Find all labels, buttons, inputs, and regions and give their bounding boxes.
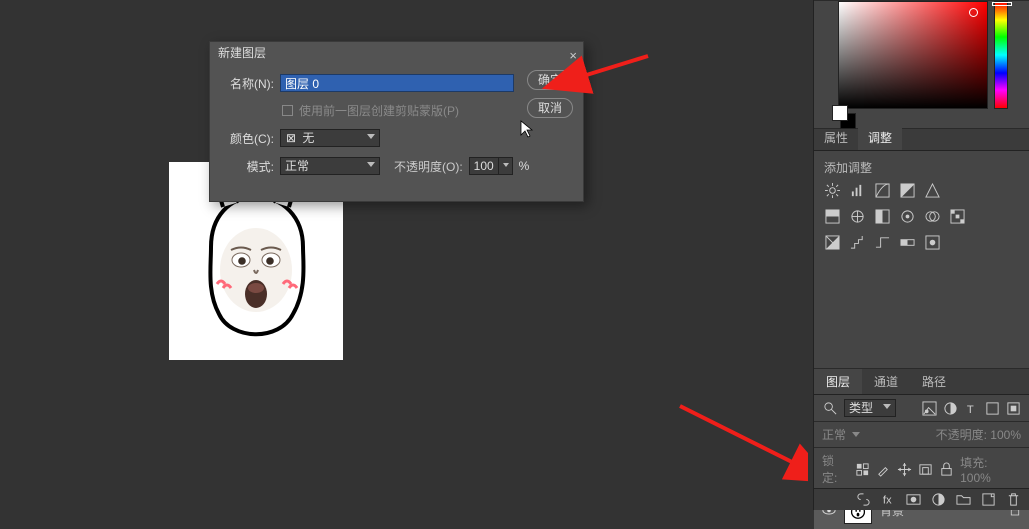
color-value: 无 — [302, 131, 314, 145]
new-layer-dialog: 新建图层 × 确定 取消 名称(N): 使用前一图层创建剪贴蒙版(P) 颜色(C… — [209, 41, 584, 202]
filter-type-icon[interactable]: T — [964, 401, 979, 416]
color-label: 颜色(C): — [218, 130, 274, 147]
layer-name-input[interactable] — [280, 74, 514, 92]
layer-style-icon[interactable]: fx — [881, 492, 896, 507]
dialog-titlebar[interactable]: 新建图层 × — [210, 42, 583, 64]
layers-panel: 图层 通道 路径 类型 T 正常 不透明度: 100% — [814, 368, 1029, 510]
vibrance-icon[interactable] — [924, 182, 940, 198]
lock-transparency-icon[interactable] — [855, 462, 870, 477]
blend-mode-value[interactable]: 正常 — [822, 426, 846, 443]
hue-sat-icon[interactable] — [824, 208, 840, 224]
opacity-label: 不透明度(O): — [394, 158, 463, 175]
layer-mask-icon[interactable] — [906, 492, 921, 507]
lock-label: 锁定: — [822, 452, 849, 486]
delete-layer-icon[interactable] — [1006, 492, 1021, 507]
brightness-icon[interactable] — [824, 182, 840, 198]
chevron-down-icon[interactable] — [852, 432, 860, 437]
opacity-value[interactable]: 100% — [990, 428, 1021, 442]
hue-slider[interactable] — [994, 1, 1008, 109]
dialog-title: 新建图层 — [218, 46, 266, 60]
opacity-value[interactable]: 100 — [469, 157, 499, 175]
opacity-label: 不透明度: — [936, 428, 987, 442]
color-sample-icon — [969, 8, 978, 17]
exposure-icon[interactable] — [899, 182, 915, 198]
invert-icon[interactable] — [824, 234, 840, 250]
color-balance-icon[interactable] — [849, 208, 865, 224]
levels-icon[interactable] — [849, 182, 865, 198]
saturation-field[interactable] — [838, 1, 988, 109]
posterize-icon[interactable] — [849, 234, 865, 250]
gradient-map-icon[interactable] — [899, 234, 915, 250]
blend-mode-combo[interactable]: 正常 — [280, 157, 380, 175]
svg-text:T: T — [967, 404, 974, 416]
percent-unit: % — [519, 159, 530, 173]
color-picker-panel — [814, 0, 1029, 128]
bw-icon[interactable] — [874, 208, 890, 224]
link-layers-icon[interactable] — [856, 492, 871, 507]
clipping-mask-label: 使用前一图层创建剪贴蒙版(P) — [299, 102, 459, 119]
new-group-icon[interactable] — [956, 492, 971, 507]
mode-label: 模式: — [218, 158, 274, 175]
chevron-down-icon — [367, 162, 375, 167]
lock-pixels-icon[interactable] — [876, 462, 891, 477]
curves-icon[interactable] — [874, 182, 890, 198]
filter-pixel-icon[interactable] — [922, 401, 937, 416]
chevron-down-icon[interactable] — [499, 157, 513, 175]
channel-mixer-icon[interactable] — [924, 208, 940, 224]
chevron-down-icon — [367, 134, 375, 139]
tab-layers[interactable]: 图层 — [814, 369, 862, 394]
photo-filter-icon[interactable] — [899, 208, 915, 224]
threshold-icon[interactable] — [874, 234, 890, 250]
cancel-button[interactable]: 取消 — [527, 98, 573, 118]
tab-adjustments[interactable]: 调整 — [858, 125, 902, 150]
ok-button[interactable]: 确定 — [527, 70, 573, 90]
new-layer-icon[interactable] — [981, 492, 996, 507]
adjustments-panel: 属性 调整 添加调整 — [814, 128, 1029, 272]
add-adjustment-title: 添加调整 — [824, 159, 1019, 176]
tab-channels[interactable]: 通道 — [862, 369, 910, 394]
fill-value[interactable]: 100% — [960, 471, 991, 485]
mode-value: 正常 — [285, 159, 309, 173]
new-adjustment-icon[interactable] — [931, 492, 946, 507]
lock-position-icon[interactable] — [897, 462, 912, 477]
fill-label: 填充: — [960, 456, 987, 470]
filter-smart-icon[interactable] — [1006, 401, 1021, 416]
filter-kind-combo[interactable]: 类型 — [844, 399, 896, 417]
hue-handle-icon[interactable] — [992, 2, 1012, 6]
lock-artboard-icon[interactable] — [918, 462, 933, 477]
right-panels: 属性 调整 添加调整 — [813, 0, 1029, 510]
clipping-mask-checkbox[interactable] — [282, 105, 293, 116]
tab-paths[interactable]: 路径 — [910, 369, 958, 394]
canvas-area: 新建图层 × 确定 取消 名称(N): 使用前一图层创建剪贴蒙版(P) 颜色(C… — [0, 0, 808, 510]
name-label: 名称(N): — [218, 75, 274, 92]
filter-adjust-icon[interactable] — [943, 401, 958, 416]
filter-kind-value: 类型 — [849, 401, 873, 415]
color-lookup-icon[interactable] — [949, 208, 965, 224]
layers-footer: fx — [814, 488, 1029, 510]
color-combo[interactable]: ⊠ 无 — [280, 129, 380, 147]
opacity-stepper[interactable]: 100 — [469, 157, 513, 175]
filter-shape-icon[interactable] — [985, 401, 1000, 416]
lock-all-icon[interactable] — [939, 462, 954, 477]
search-icon[interactable] — [822, 400, 838, 416]
selective-color-icon[interactable] — [924, 234, 940, 250]
none-color-icon: ⊠ — [285, 130, 297, 146]
svg-text:fx: fx — [883, 494, 892, 506]
foreground-swatch[interactable] — [832, 105, 848, 121]
chevron-down-icon — [883, 404, 891, 409]
